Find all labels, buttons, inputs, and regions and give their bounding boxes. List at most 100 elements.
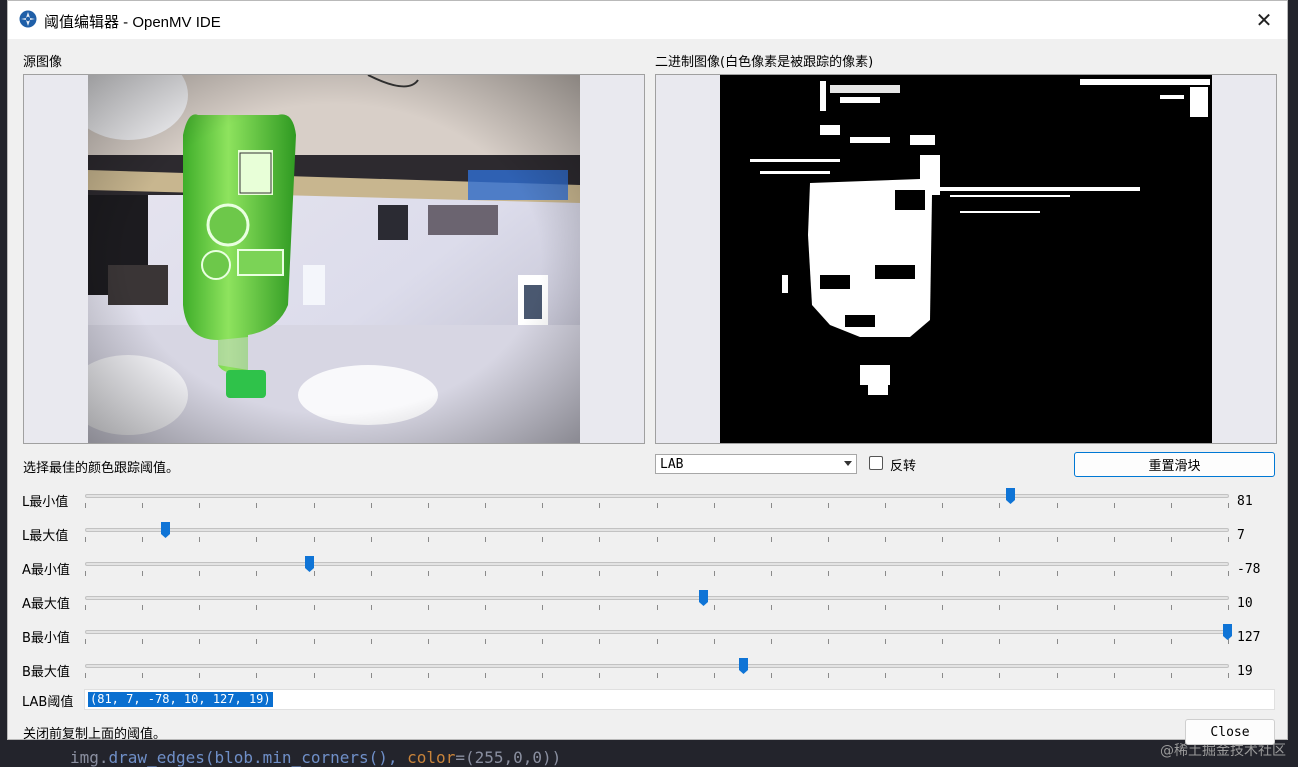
slider-tick [657,639,658,644]
openmv-app-icon [19,10,37,28]
lab-threshold-field[interactable]: (81, 7, -78, 10, 127, 19) [84,689,1275,710]
invert-checkbox[interactable] [869,456,883,470]
slider-tick [371,503,372,508]
slider-tick [1057,537,1058,542]
slider-tick [256,673,257,678]
slider-tick [999,605,1000,610]
slider-tick [714,503,715,508]
slider-tick [314,605,315,610]
slider-tick [1171,605,1172,610]
slider-tick [1228,673,1229,678]
slider-tick [999,571,1000,576]
slider-tick [657,605,658,610]
slider-tick [599,639,600,644]
slider-tick [599,537,600,542]
slider-label: A最大值 [22,597,70,612]
slider-tick [542,639,543,644]
close-icon[interactable]: ✕ [1241,1,1287,39]
chevron-down-icon [844,461,852,466]
title-bar[interactable]: 阈值编辑器 - OpenMV IDE ✕ [8,1,1287,39]
slider-label: L最大值 [22,529,69,544]
slider-track[interactable] [85,494,1229,498]
slider-tick [85,639,86,644]
slider-track[interactable] [85,562,1229,566]
slider-tick [256,639,257,644]
slider-track[interactable] [85,664,1229,668]
slider-tick [314,639,315,644]
slider-track[interactable] [85,630,1229,634]
slider-tick [485,605,486,610]
slider-tick [885,639,886,644]
slider-tick [428,639,429,644]
slider-tick [1114,639,1115,644]
slider-handle[interactable] [304,555,315,573]
slider-tick [142,673,143,678]
slider-track[interactable] [85,596,1229,600]
slider-handle[interactable] [738,657,749,675]
slider-row: B最大值 19 [8,655,1287,689]
slider-tick [85,503,86,508]
slider-tick [1057,503,1058,508]
slider-tick [999,503,1000,508]
slider-ticks [85,571,1229,576]
threshold-editor-dialog: 阈值编辑器 - OpenMV IDE ✕ 源图像 二进制图像(白色像素是被跟踪的… [7,0,1288,745]
slider-tick [371,537,372,542]
slider-track[interactable] [85,528,1229,532]
slider-tick [1171,571,1172,576]
slider-tick [828,571,829,576]
slider-tick [657,673,658,678]
slider-tick [1114,673,1115,678]
slider-tick [1057,571,1058,576]
binary-image [720,75,1212,443]
slider-tick [85,537,86,542]
slider-row: L最大值 7 [8,519,1287,553]
slider-tick [142,503,143,508]
slider-row: B最小值 127 [8,621,1287,655]
slider-tick [199,571,200,576]
close-button[interactable]: Close [1185,719,1275,745]
slider-tick [199,503,200,508]
slider-tick [199,605,200,610]
slider-tick [199,673,200,678]
slider-tick [599,503,600,508]
source-image-render [88,75,580,443]
slider-handle[interactable] [698,589,709,607]
slider-tick [142,537,143,542]
slider-tick [714,605,715,610]
slider-ticks [85,537,1229,542]
slider-tick [142,639,143,644]
slider-row: A最大值 10 [8,587,1287,621]
slider-tick [942,673,943,678]
slider-tick [771,537,772,542]
slider-tick [428,537,429,542]
reset-sliders-button[interactable]: 重置滑块 [1074,452,1275,477]
slider-tick [942,537,943,542]
slider-tick [1171,673,1172,678]
slider-tick [1114,605,1115,610]
slider-handle[interactable] [1005,487,1016,505]
slider-label: L最小值 [22,495,69,510]
source-image-frame [23,74,645,444]
slider-handle[interactable] [160,521,171,539]
lab-threshold-value: (81, 7, -78, 10, 127, 19) [88,692,273,707]
slider-tick [1171,537,1172,542]
binary-image-render [720,75,1212,443]
slider-tick [828,673,829,678]
slider-tick [314,503,315,508]
slider-tick [256,503,257,508]
slider-label: A最小值 [22,563,70,578]
slider-tick [942,639,943,644]
slider-tick [1171,639,1172,644]
slider-tick [1114,571,1115,576]
slider-tick [371,605,372,610]
slider-tick [885,571,886,576]
slider-tick [85,605,86,610]
slider-ticks [85,503,1229,508]
slider-tick [999,537,1000,542]
color-space-select[interactable]: LAB [655,454,857,474]
slider-tick [1228,537,1229,542]
slider-tick [85,571,86,576]
slider-tick [771,571,772,576]
slider-handle[interactable] [1222,623,1233,641]
slider-tick [485,503,486,508]
